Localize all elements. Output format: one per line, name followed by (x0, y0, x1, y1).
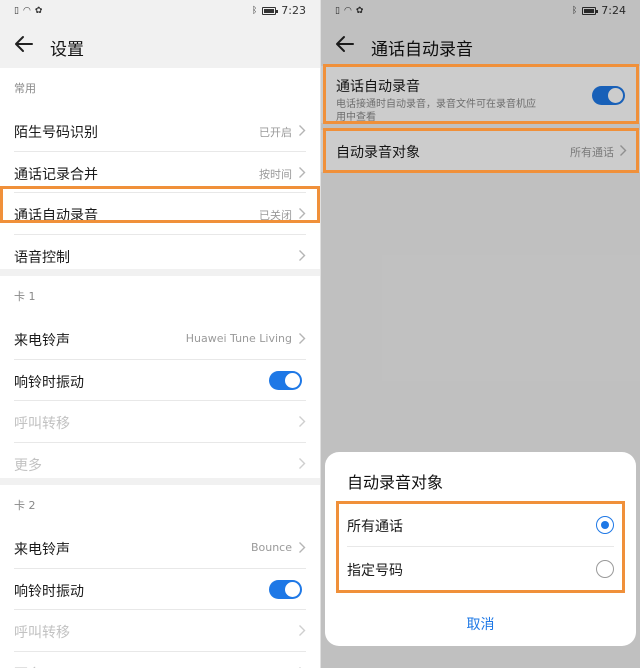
chevron-right-icon (299, 208, 306, 219)
sim-icon: ▯ (14, 6, 19, 16)
chevron-right-icon (299, 166, 306, 178)
option-specified-numbers[interactable]: 指定号码 (347, 547, 614, 591)
row-ringtone[interactable]: 来电铃声 Bounce (0, 527, 320, 569)
vibrate-toggle[interactable] (269, 579, 302, 599)
row-value: Bounce (250, 541, 292, 554)
row-call-forwarding[interactable]: 呼叫转移 (0, 401, 320, 443)
section-header: 常用 (14, 82, 36, 95)
back-arrow-icon[interactable] (12, 32, 36, 56)
record-target-dialog: 自动录音对象 所有通话 指定号码 取消 (325, 452, 636, 646)
option-label: 指定号码 (347, 563, 403, 579)
row-value: Huawei Tune Living (185, 332, 292, 345)
row-label: 呼叫转移 (14, 416, 70, 432)
settings-header: 设置 (0, 24, 320, 68)
chevron-right-icon (299, 542, 306, 553)
row-label: 通话自动录音 (14, 208, 98, 224)
row-label: 语音控制 (14, 249, 70, 266)
cancel-button[interactable]: 取消 (325, 614, 636, 634)
row-label: 更多 (14, 457, 42, 474)
row-value: 已开启 (259, 126, 292, 139)
bluetooth-icon: ᛒ (251, 5, 258, 16)
row-call-forwarding[interactable]: 呼叫转移 (0, 610, 320, 652)
row-more[interactable]: 更多 (0, 443, 320, 485)
wifi-icon: ◠ (22, 6, 31, 16)
radio-unselected-icon[interactable] (596, 560, 614, 578)
chevron-right-icon (299, 125, 306, 136)
chevron-right-icon (299, 457, 306, 469)
settings-screen: ▯ ◠ ✿ ᛒ 7:23 设置 常用 陌生号码识别 已开启 通话记录合并 按时间… (0, 0, 320, 668)
auto-record-screen: ▯ ◠ ✿ ᛒ 7:24 通话自动录音 通话自动录音 电话接通时自动录音，录音文… (321, 0, 640, 668)
row-label: 响铃时振动 (14, 374, 84, 391)
row-call-log-merge[interactable]: 通话记录合并 按时间 (0, 152, 320, 193)
option-label: 所有通话 (347, 519, 403, 535)
row-label: 来电铃声 (14, 542, 70, 558)
row-label: 来电铃声 (14, 333, 70, 349)
row-vibrate-on-ring: 响铃时振动 (0, 360, 320, 401)
option-all-calls[interactable]: 所有通话 (347, 503, 614, 547)
row-ringtone[interactable]: 来电铃声 Huawei Tune Living (0, 318, 320, 360)
status-bar: ▯ ◠ ✿ ᛒ 7:23 (0, 0, 320, 24)
chevron-right-icon (299, 625, 306, 636)
section-common: 常用 陌生号码识别 已开启 通话记录合并 按时间 通话自动录音 已关闭 语音控制 (0, 68, 320, 269)
row-label: 响铃时振动 (14, 583, 84, 600)
section-header: 卡 2 (14, 499, 36, 512)
row-value: 按时间 (259, 167, 292, 181)
row-more[interactable]: 更多 (0, 652, 320, 668)
notification-icon: ✿ (34, 6, 43, 16)
chevron-right-icon (299, 333, 306, 344)
row-label: 通话记录合并 (14, 166, 98, 183)
row-auto-record[interactable]: 通话自动录音 已关闭 (0, 193, 320, 235)
battery-icon (262, 6, 279, 15)
row-label: 呼叫转移 (14, 625, 70, 641)
section-header: 卡 1 (14, 290, 36, 303)
screenshot-root: ▯ ◠ ✿ ᛒ 7:23 设置 常用 陌生号码识别 已开启 通话记录合并 按时间… (0, 0, 640, 668)
vibrate-toggle[interactable] (269, 370, 302, 390)
row-voice-control[interactable]: 语音控制 (0, 235, 320, 277)
radio-selected-icon[interactable] (596, 516, 614, 534)
status-time: 7:23 (281, 4, 306, 17)
page-title: 设置 (50, 40, 84, 60)
row-value: 已关闭 (259, 209, 292, 222)
section-sim2: 卡 2 来电铃声 Bounce 响铃时振动 呼叫转移 更多 (0, 485, 320, 668)
chevron-right-icon (299, 249, 306, 261)
section-sim1: 卡 1 来电铃声 Huawei Tune Living 响铃时振动 呼叫转移 更… (0, 276, 320, 478)
row-label: 更多 (14, 664, 42, 668)
dialog-title: 自动录音对象 (347, 473, 444, 492)
row-vibrate-on-ring: 响铃时振动 (0, 569, 320, 610)
row-label: 陌生号码识别 (14, 125, 98, 141)
row-unknown-number-id[interactable]: 陌生号码识别 已开启 (0, 110, 320, 152)
chevron-right-icon (299, 416, 306, 427)
